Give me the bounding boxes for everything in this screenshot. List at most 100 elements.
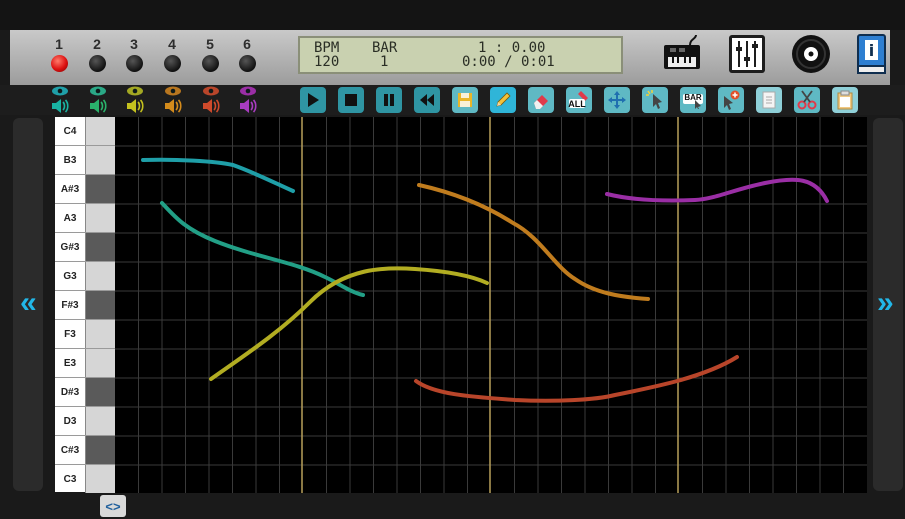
piano-key[interactable]: C#3 <box>55 436 115 465</box>
eye-icon[interactable] <box>239 86 257 96</box>
bar-label: BAR <box>372 40 398 56</box>
cut-icon <box>797 90 817 110</box>
piano-key[interactable]: D3 <box>55 407 115 436</box>
record-disc-icon[interactable] <box>790 33 832 75</box>
piano-key[interactable]: G#3 <box>55 233 115 262</box>
paste-icon <box>762 91 776 109</box>
piano-key[interactable]: C4 <box>55 117 115 146</box>
bpm-label: BPM <box>314 40 340 56</box>
bar-value: 1 <box>380 54 389 70</box>
cut-button[interactable] <box>794 87 820 113</box>
channel-3[interactable]: 3 <box>122 36 146 72</box>
paste-button[interactable] <box>756 87 782 113</box>
channel-number: 5 <box>206 36 214 52</box>
channel-led-icon[interactable] <box>50 55 68 72</box>
pencil-button[interactable] <box>490 87 516 113</box>
scroll-left-icon[interactable]: « <box>20 288 37 318</box>
keyboard-icon[interactable] <box>662 33 702 73</box>
note-grid[interactable] <box>115 117 867 493</box>
bar-button[interactable]: BAR <box>680 87 706 113</box>
key-label: C#3 <box>60 445 80 456</box>
channel-led-icon[interactable] <box>238 55 256 72</box>
piano-key[interactable]: E3 <box>55 349 115 378</box>
play-button[interactable] <box>300 87 326 113</box>
save-icon <box>458 93 472 107</box>
piano-key[interactable]: F3 <box>55 320 115 349</box>
key-label: G3 <box>63 271 77 282</box>
key-label: C3 <box>63 474 77 485</box>
select-icon <box>646 90 662 109</box>
save-button[interactable] <box>452 87 478 113</box>
piano-key[interactable]: A3 <box>55 204 115 233</box>
rewind-icon <box>420 94 434 106</box>
speaker-icon[interactable] <box>126 99 144 113</box>
piano-key[interactable]: F#3 <box>55 291 115 320</box>
key-label: F#3 <box>61 300 79 311</box>
pause-button[interactable] <box>376 87 402 113</box>
channel-4[interactable]: 4 <box>160 36 184 72</box>
channel-led-icon[interactable] <box>88 55 106 72</box>
channel-number: 2 <box>93 36 101 52</box>
key-label: D3 <box>63 416 77 427</box>
insert-icon <box>724 90 740 110</box>
clipboard-icon <box>837 90 853 110</box>
channel-number: 4 <box>168 36 176 52</box>
position-readout: 1 : 0.00 <box>478 40 546 56</box>
select-all-button[interactable]: ALL <box>566 87 592 113</box>
insert-button[interactable] <box>718 87 744 113</box>
speaker-icon[interactable] <box>89 99 107 113</box>
channel-6[interactable]: 6 <box>235 36 259 72</box>
horizontal-scroll-handle[interactable]: <> <box>100 495 126 517</box>
key-label: G#3 <box>60 242 80 253</box>
key-label: E3 <box>63 358 77 369</box>
speaker-icon[interactable] <box>164 99 182 113</box>
eraser-button[interactable] <box>528 87 554 113</box>
piano-keyboard: C4 B3 A#3 A3 G#3 G3 F#3 F3 E3 D#3 D3 C#3… <box>55 117 115 494</box>
channel-led-icon[interactable] <box>125 55 143 72</box>
speaker-icon[interactable] <box>239 99 257 113</box>
piano-key[interactable]: C3 <box>55 465 115 494</box>
move-icon <box>608 91 626 109</box>
eye-icon[interactable] <box>51 86 69 96</box>
select-button[interactable] <box>642 87 668 113</box>
channel-led-icon[interactable] <box>163 55 181 72</box>
lcd-display: BPM 120 BAR 1 1 : 0.00 0:00 / 0:01 <box>298 36 623 74</box>
eye-icon[interactable] <box>89 86 107 96</box>
eraser-icon <box>534 95 548 109</box>
header-panel: 1 2 3 4 5 6 BPM 120 BAR 1 1 : 0.00 0:00 … <box>10 30 890 86</box>
speaker-icon[interactable] <box>51 99 69 113</box>
top-strip <box>0 0 905 30</box>
channel-5[interactable]: 5 <box>198 36 222 72</box>
speaker-icon[interactable] <box>202 99 220 113</box>
info-book-icon[interactable]: i <box>853 33 889 75</box>
channel-number: 1 <box>55 36 63 52</box>
scroll-right-icon[interactable]: » <box>877 288 894 318</box>
piano-key[interactable]: A#3 <box>55 175 115 204</box>
bar-label: BAR <box>684 92 702 102</box>
channel-led-icon[interactable] <box>201 55 219 72</box>
bottom-bar <box>0 493 905 519</box>
eye-icon[interactable] <box>126 86 144 96</box>
stop-icon <box>345 94 357 106</box>
piano-key[interactable]: G3 <box>55 262 115 291</box>
eye-icon[interactable] <box>164 86 182 96</box>
play-icon <box>308 93 319 107</box>
piano-key[interactable]: D#3 <box>55 378 115 407</box>
channel-number: 6 <box>243 36 251 52</box>
stop-button[interactable] <box>338 87 364 113</box>
key-label: C4 <box>63 126 77 137</box>
key-label: B3 <box>63 155 77 166</box>
move-button[interactable] <box>604 87 630 113</box>
channel-1[interactable]: 1 <box>47 36 71 72</box>
bpm-value: 120 <box>314 54 340 70</box>
pencil-icon <box>496 92 511 107</box>
key-label: A3 <box>63 213 77 224</box>
clipboard-button[interactable] <box>832 87 858 113</box>
mixer-icon[interactable] <box>727 33 767 75</box>
select-all-label: ALL <box>568 98 586 109</box>
key-label: F3 <box>64 329 76 340</box>
piano-key[interactable]: B3 <box>55 146 115 175</box>
channel-2[interactable]: 2 <box>85 36 109 72</box>
rewind-button[interactable] <box>414 87 440 113</box>
eye-icon[interactable] <box>202 86 220 96</box>
